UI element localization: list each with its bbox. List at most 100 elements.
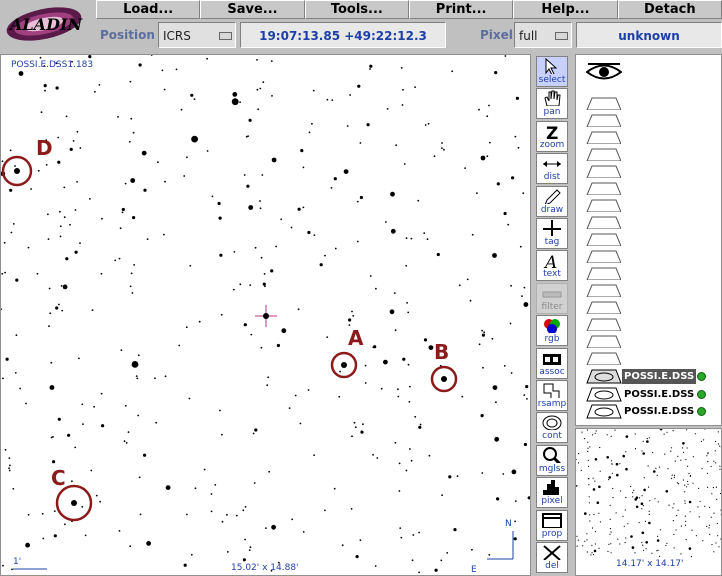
star — [302, 531, 305, 533]
star — [2, 564, 4, 567]
tool-assoc[interactable]: assoc — [536, 347, 568, 379]
star — [2, 377, 4, 380]
star — [12, 488, 15, 490]
star — [138, 476, 141, 479]
preview-star — [594, 543, 596, 545]
star — [14, 165, 16, 167]
tool-rsamp[interactable]: rsamp — [536, 380, 568, 411]
empty-plane-slot[interactable] — [586, 148, 621, 161]
star — [478, 108, 480, 111]
menu-help[interactable]: Help... — [513, 0, 618, 19]
empty-plane-slot[interactable] — [586, 131, 621, 144]
empty-plane-slot[interactable] — [586, 352, 621, 365]
preview-star — [708, 527, 710, 529]
star — [503, 211, 507, 216]
star — [419, 423, 422, 426]
empty-plane-slot[interactable] — [586, 250, 621, 263]
tool-filter[interactable]: filter — [536, 282, 568, 314]
star — [489, 141, 491, 144]
star — [91, 309, 94, 311]
tool-del[interactable]: del — [536, 542, 568, 573]
star — [217, 201, 221, 206]
menu-tools[interactable]: Tools... — [304, 0, 409, 19]
preview-star — [703, 439, 705, 441]
empty-plane-slot[interactable] — [586, 301, 621, 314]
star — [290, 226, 293, 229]
preview-star — [647, 465, 649, 467]
preview-star — [680, 525, 682, 527]
menu-detach[interactable]: Detach — [617, 0, 722, 19]
sky-image-view[interactable]: A B C D POSSI.E.DSS1.183 1' 15.02' x 14.88'… — [0, 54, 531, 576]
tool-select[interactable]: select — [536, 56, 568, 87]
layer-row[interactable]: POSSI.E.DSS — [586, 386, 707, 403]
tool-zoom[interactable]: Zzoom — [536, 120, 568, 152]
tool-prop[interactable]: prop — [536, 509, 568, 541]
empty-plane-slot[interactable] — [586, 284, 621, 297]
empty-plane-slot[interactable] — [586, 199, 621, 212]
star — [412, 534, 415, 536]
star — [451, 70, 454, 73]
layer-row[interactable]: POSSI.E.DSS — [586, 403, 707, 420]
star — [456, 475, 459, 477]
star — [350, 508, 353, 510]
empty-plane-slot[interactable] — [586, 165, 621, 178]
tool-rgb[interactable]: rgb — [536, 315, 568, 347]
zoom-preview-panel[interactable]: 14.17' x 14.17' — [575, 428, 722, 576]
star — [79, 242, 81, 245]
preview-star — [717, 431, 719, 433]
star — [8, 469, 11, 472]
layer-row[interactable]: POSSI.E.DSS — [586, 368, 707, 385]
menu-save[interactable]: Save... — [200, 0, 305, 19]
tool-cont[interactable]: cont — [536, 412, 568, 444]
star — [356, 200, 359, 203]
star — [143, 453, 147, 457]
eye-icon[interactable] — [586, 61, 622, 83]
tool-dist[interactable]: dist — [536, 153, 568, 185]
preview-star — [591, 544, 593, 546]
star — [57, 417, 61, 421]
empty-plane-slot[interactable] — [586, 182, 621, 195]
tool-pan[interactable]: pan — [536, 88, 568, 120]
frame-select[interactable]: ICRS — [158, 22, 236, 48]
tool-draw[interactable]: draw — [536, 185, 568, 217]
tool-mglss[interactable]: mglss — [536, 444, 568, 476]
coordinates-field[interactable]: 19:07:13.85 +49:22:12.3 — [240, 22, 446, 48]
preview-star — [689, 475, 691, 477]
star — [324, 509, 326, 512]
empty-plane-slot[interactable] — [586, 267, 621, 280]
star — [9, 149, 12, 152]
preview-star — [657, 535, 659, 537]
tool-tag[interactable]: tag — [536, 218, 568, 249]
menu-load[interactable]: Load... — [96, 0, 201, 19]
tool-pixel[interactable]: pixel — [536, 477, 568, 509]
preview-star — [610, 460, 613, 462]
star — [45, 164, 48, 166]
empty-plane-slot[interactable] — [586, 216, 621, 229]
preview-star — [671, 474, 673, 476]
star — [194, 487, 197, 490]
aladin-logo-icon: ALADIN — [6, 7, 83, 41]
star — [4, 271, 6, 274]
star — [43, 84, 47, 88]
pixel-mode-select[interactable]: full — [514, 22, 572, 48]
preview-star — [685, 458, 687, 461]
preview-star — [655, 467, 657, 469]
aladin-logo[interactable]: ALADIN — [0, 0, 96, 52]
star — [221, 433, 223, 436]
empty-plane-slot[interactable] — [586, 114, 621, 127]
svg-text:A: A — [543, 253, 557, 268]
marker-label: C — [51, 466, 66, 490]
tool-text[interactable]: Atext — [536, 250, 568, 282]
empty-plane-slot[interactable] — [586, 233, 621, 246]
preview-star — [641, 531, 645, 535]
star — [469, 299, 472, 302]
empty-plane-slot[interactable] — [586, 97, 621, 110]
star — [409, 385, 411, 388]
preview-star — [645, 541, 648, 544]
menu-print[interactable]: Print... — [408, 0, 514, 19]
empty-plane-slot[interactable] — [586, 318, 621, 331]
star — [389, 309, 395, 315]
empty-plane-slot[interactable] — [586, 335, 621, 348]
preview-star — [627, 523, 629, 525]
star — [71, 480, 73, 483]
